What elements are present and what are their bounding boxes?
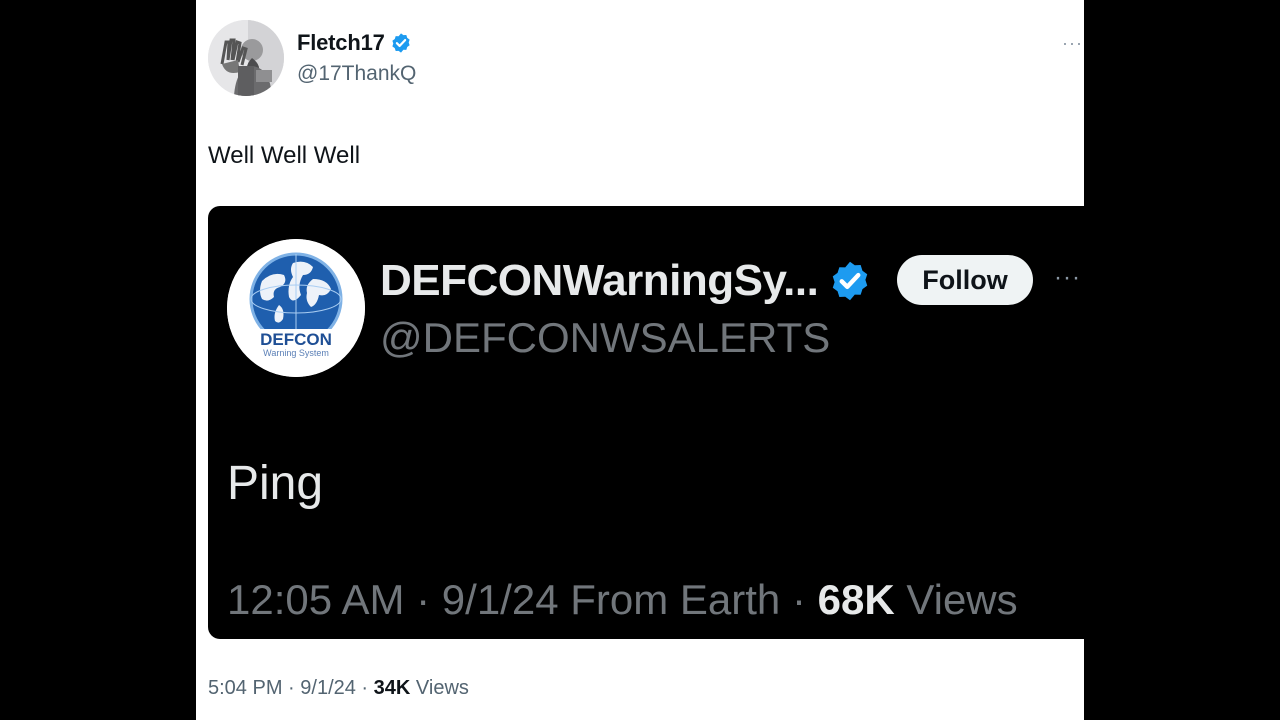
verified-badge-icon [833, 261, 868, 301]
user-avatar-icon [208, 20, 284, 96]
tweet-text: Well Well Well [208, 142, 361, 169]
more-options-icon[interactable]: ··· [1062, 34, 1083, 52]
views-label[interactable]: Views [410, 677, 469, 699]
separator: · [780, 576, 818, 623]
quoted-tweet[interactable]: DEFCON Warning System DEFCONWarningSy...… [208, 206, 1084, 639]
quoted-tweet-text: Ping [227, 457, 324, 510]
defcon-logo-icon: DEFCON Warning System [227, 239, 365, 377]
tweet-meta: 5:04 PM · 9/1/24 · 34K Views [208, 677, 469, 700]
quoted-more-options-icon[interactable]: ··· [1054, 266, 1081, 290]
tweet-card: Fletch17 @17ThankQ ··· Well Well Well DE… [196, 0, 1084, 720]
author-avatar[interactable] [208, 20, 284, 96]
quoted-tweet-time[interactable]: 12:05 AM [227, 576, 404, 623]
quoted-tweet-source: From Earth [558, 576, 781, 623]
tweet-time[interactable]: 5:04 PM [208, 677, 282, 699]
logo-text: DEFCON [260, 330, 332, 349]
views-count[interactable]: 34K [374, 677, 411, 699]
quoted-views-count: 68K [817, 576, 895, 623]
quoted-tweet-date[interactable]: 9/1/24 [442, 576, 559, 623]
verified-badge-icon [392, 33, 410, 53]
author-name[interactable]: Fletch17 [297, 30, 385, 56]
quoted-tweet-meta: 12:05 AM · 9/1/24 From Earth · 68K Views [227, 576, 1018, 624]
separator: · [404, 576, 442, 623]
separator: · [355, 677, 374, 699]
tweet-date[interactable]: 9/1/24 [300, 677, 356, 699]
separator: · [282, 677, 301, 699]
follow-button[interactable]: Follow [897, 255, 1033, 305]
quoted-author-handle[interactable]: @DEFCONWSALERTS [380, 314, 830, 362]
author-name-row: Fletch17 [297, 30, 412, 56]
quoted-views-label: Views [894, 576, 1018, 623]
quoted-author-avatar[interactable]: DEFCON Warning System [227, 239, 365, 377]
quoted-author-name-row: DEFCONWarningSy... [380, 256, 872, 306]
author-handle[interactable]: @17ThankQ [297, 62, 416, 86]
quoted-author-name[interactable]: DEFCONWarningSy... [380, 256, 819, 306]
logo-subtext: Warning System [263, 348, 329, 358]
